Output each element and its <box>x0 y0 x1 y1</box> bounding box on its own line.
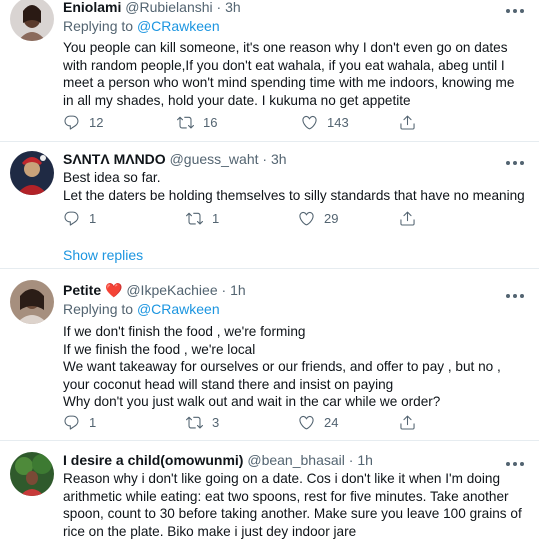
share-button[interactable] <box>399 112 416 132</box>
tweet-text-line: arithmetic while eating: eat two spoons,… <box>63 488 509 504</box>
like-count: 24 <box>324 414 339 430</box>
share-button[interactable] <box>399 208 416 228</box>
tweet-text-line: rice on the plate. Biko make i just dey … <box>63 523 357 539</box>
handle[interactable]: @guess_waht <box>170 151 259 167</box>
share-icon <box>399 414 416 431</box>
retweet-icon <box>186 414 203 431</box>
retweet-button[interactable]: 16 <box>177 112 217 132</box>
heart-emoji-icon: ❤️ <box>105 282 123 298</box>
reply-count: 12 <box>89 114 104 130</box>
display-name[interactable]: Eniolami <box>63 0 121 15</box>
heart-icon <box>298 414 315 431</box>
reply-icon <box>63 210 80 227</box>
tweet-text-line: your coconut head will stand there and i… <box>63 376 394 392</box>
timestamp[interactable]: 1h <box>357 452 373 468</box>
retweet-icon <box>186 210 203 227</box>
like-button[interactable]: 24 <box>298 412 338 432</box>
timestamp[interactable]: 3h <box>225 0 241 15</box>
tweet-actions: 1 1 29 <box>63 208 443 228</box>
display-name[interactable]: I desire a child(omowunmi) <box>63 452 243 468</box>
tweet[interactable]: Petite ❤️ @IkpeKachiee · 1h Replying to … <box>0 269 539 439</box>
retweet-count: 16 <box>203 114 218 130</box>
tweet-text-line: meet a person who won't mind spending ti… <box>63 75 515 90</box>
heart-icon <box>301 114 318 131</box>
replying-label: Replying to <box>63 18 134 34</box>
reply-button[interactable]: 12 <box>63 112 103 132</box>
timestamp[interactable]: 3h <box>271 151 287 167</box>
tweet-text: Best idea so far. Let the daters be hold… <box>63 169 525 204</box>
reply-button[interactable]: 1 <box>63 412 96 432</box>
tweet-header: I desire a child(omowunmi) @bean_bhasail… <box>63 451 525 470</box>
reply-button[interactable]: 1 <box>63 208 96 228</box>
timestamp[interactable]: 1h <box>230 282 246 298</box>
separator: · <box>262 151 268 167</box>
reply-count: 1 <box>89 414 97 430</box>
tweet-text-line: If we don't finish the food , we're form… <box>63 324 306 339</box>
tweet-text-line: with random people,If you don't eat waha… <box>63 57 505 73</box>
replying-to: Replying to @CRawkeen <box>63 17 525 36</box>
tweet-text-line: You people can kill someone, it's one re… <box>63 40 508 55</box>
retweet-count: 3 <box>212 414 220 430</box>
heart-icon <box>298 210 315 227</box>
tweet-actions: 12 16 143 <box>63 112 443 132</box>
avatar[interactable] <box>10 280 54 324</box>
like-count: 143 <box>327 114 349 130</box>
like-button[interactable]: 29 <box>298 208 338 228</box>
tweet-text-line: Why don't you just walk out and wait in … <box>63 394 441 409</box>
mention-link[interactable]: @CRawkeen <box>137 301 220 317</box>
retweet-button[interactable]: 1 <box>186 208 219 228</box>
handle[interactable]: @Rubielanshi <box>125 0 212 15</box>
reply-icon <box>63 414 80 431</box>
replying-label: Replying to <box>63 301 134 317</box>
tweet-text: You people can kill someone, it's one re… <box>63 39 525 109</box>
avatar[interactable] <box>10 452 54 496</box>
mention-link[interactable]: @CRawkeen <box>137 18 220 34</box>
handle[interactable]: @IkpeKachiee <box>126 282 217 298</box>
separator: · <box>216 0 222 15</box>
tweet-text-line: spoon, count to 30 before taking another… <box>63 506 522 521</box>
reply-count: 1 <box>89 210 97 226</box>
tweet-header: Eniolami @Rubielanshi · 3h <box>63 0 525 17</box>
display-name[interactable]: Petite <box>63 282 101 298</box>
tweet-text-line: Best idea so far. <box>63 170 161 185</box>
show-replies-link[interactable]: Show replies <box>63 247 143 263</box>
tweet-header: Petite ❤️ @IkpeKachiee · 1h <box>63 281 525 300</box>
reply-icon <box>63 114 80 131</box>
tweet-text-line: Reason why i don't like going on a date.… <box>63 471 500 486</box>
retweet-count: 1 <box>212 210 220 226</box>
tweet[interactable]: SΛNTΛ MΛNDO @guess_waht · 3h Best idea s… <box>0 142 539 268</box>
tweet-text-line: We want takeaway for ourselves or our fr… <box>63 359 501 374</box>
display-name[interactable]: SΛNTΛ MΛNDO <box>63 151 166 167</box>
avatar[interactable] <box>10 151 54 195</box>
share-icon <box>399 114 416 131</box>
like-count: 29 <box>324 210 339 226</box>
tweet-text-line: If we finish the food , we're local <box>63 341 256 357</box>
replying-to: Replying to @CRawkeen <box>63 300 525 319</box>
tweet-text: Reason why i don't like going on a date.… <box>63 470 525 540</box>
retweet-button[interactable]: 3 <box>186 412 219 432</box>
handle[interactable]: @bean_bhasail <box>247 452 345 468</box>
share-icon <box>399 210 416 227</box>
avatar[interactable] <box>10 0 54 41</box>
share-button[interactable] <box>399 412 416 432</box>
tweet[interactable]: Eniolami @Rubielanshi · 3h Replying to @… <box>0 0 539 142</box>
tweet-text: If we don't finish the food , we're form… <box>63 323 525 411</box>
separator: · <box>348 452 354 468</box>
tweet-text-line: Let the daters be holding themselves to … <box>63 187 525 203</box>
separator: · <box>221 282 227 298</box>
retweet-icon <box>177 114 194 131</box>
tweet-header: SΛNTΛ MΛNDO @guess_waht · 3h <box>63 150 525 169</box>
tweet[interactable]: I desire a child(omowunmi) @bean_bhasail… <box>0 441 539 549</box>
tweet-text-line: in all my shades, hold your date. I kuku… <box>63 92 411 108</box>
like-button[interactable]: 143 <box>301 112 349 132</box>
tweet-actions: 1 3 24 <box>63 412 443 432</box>
